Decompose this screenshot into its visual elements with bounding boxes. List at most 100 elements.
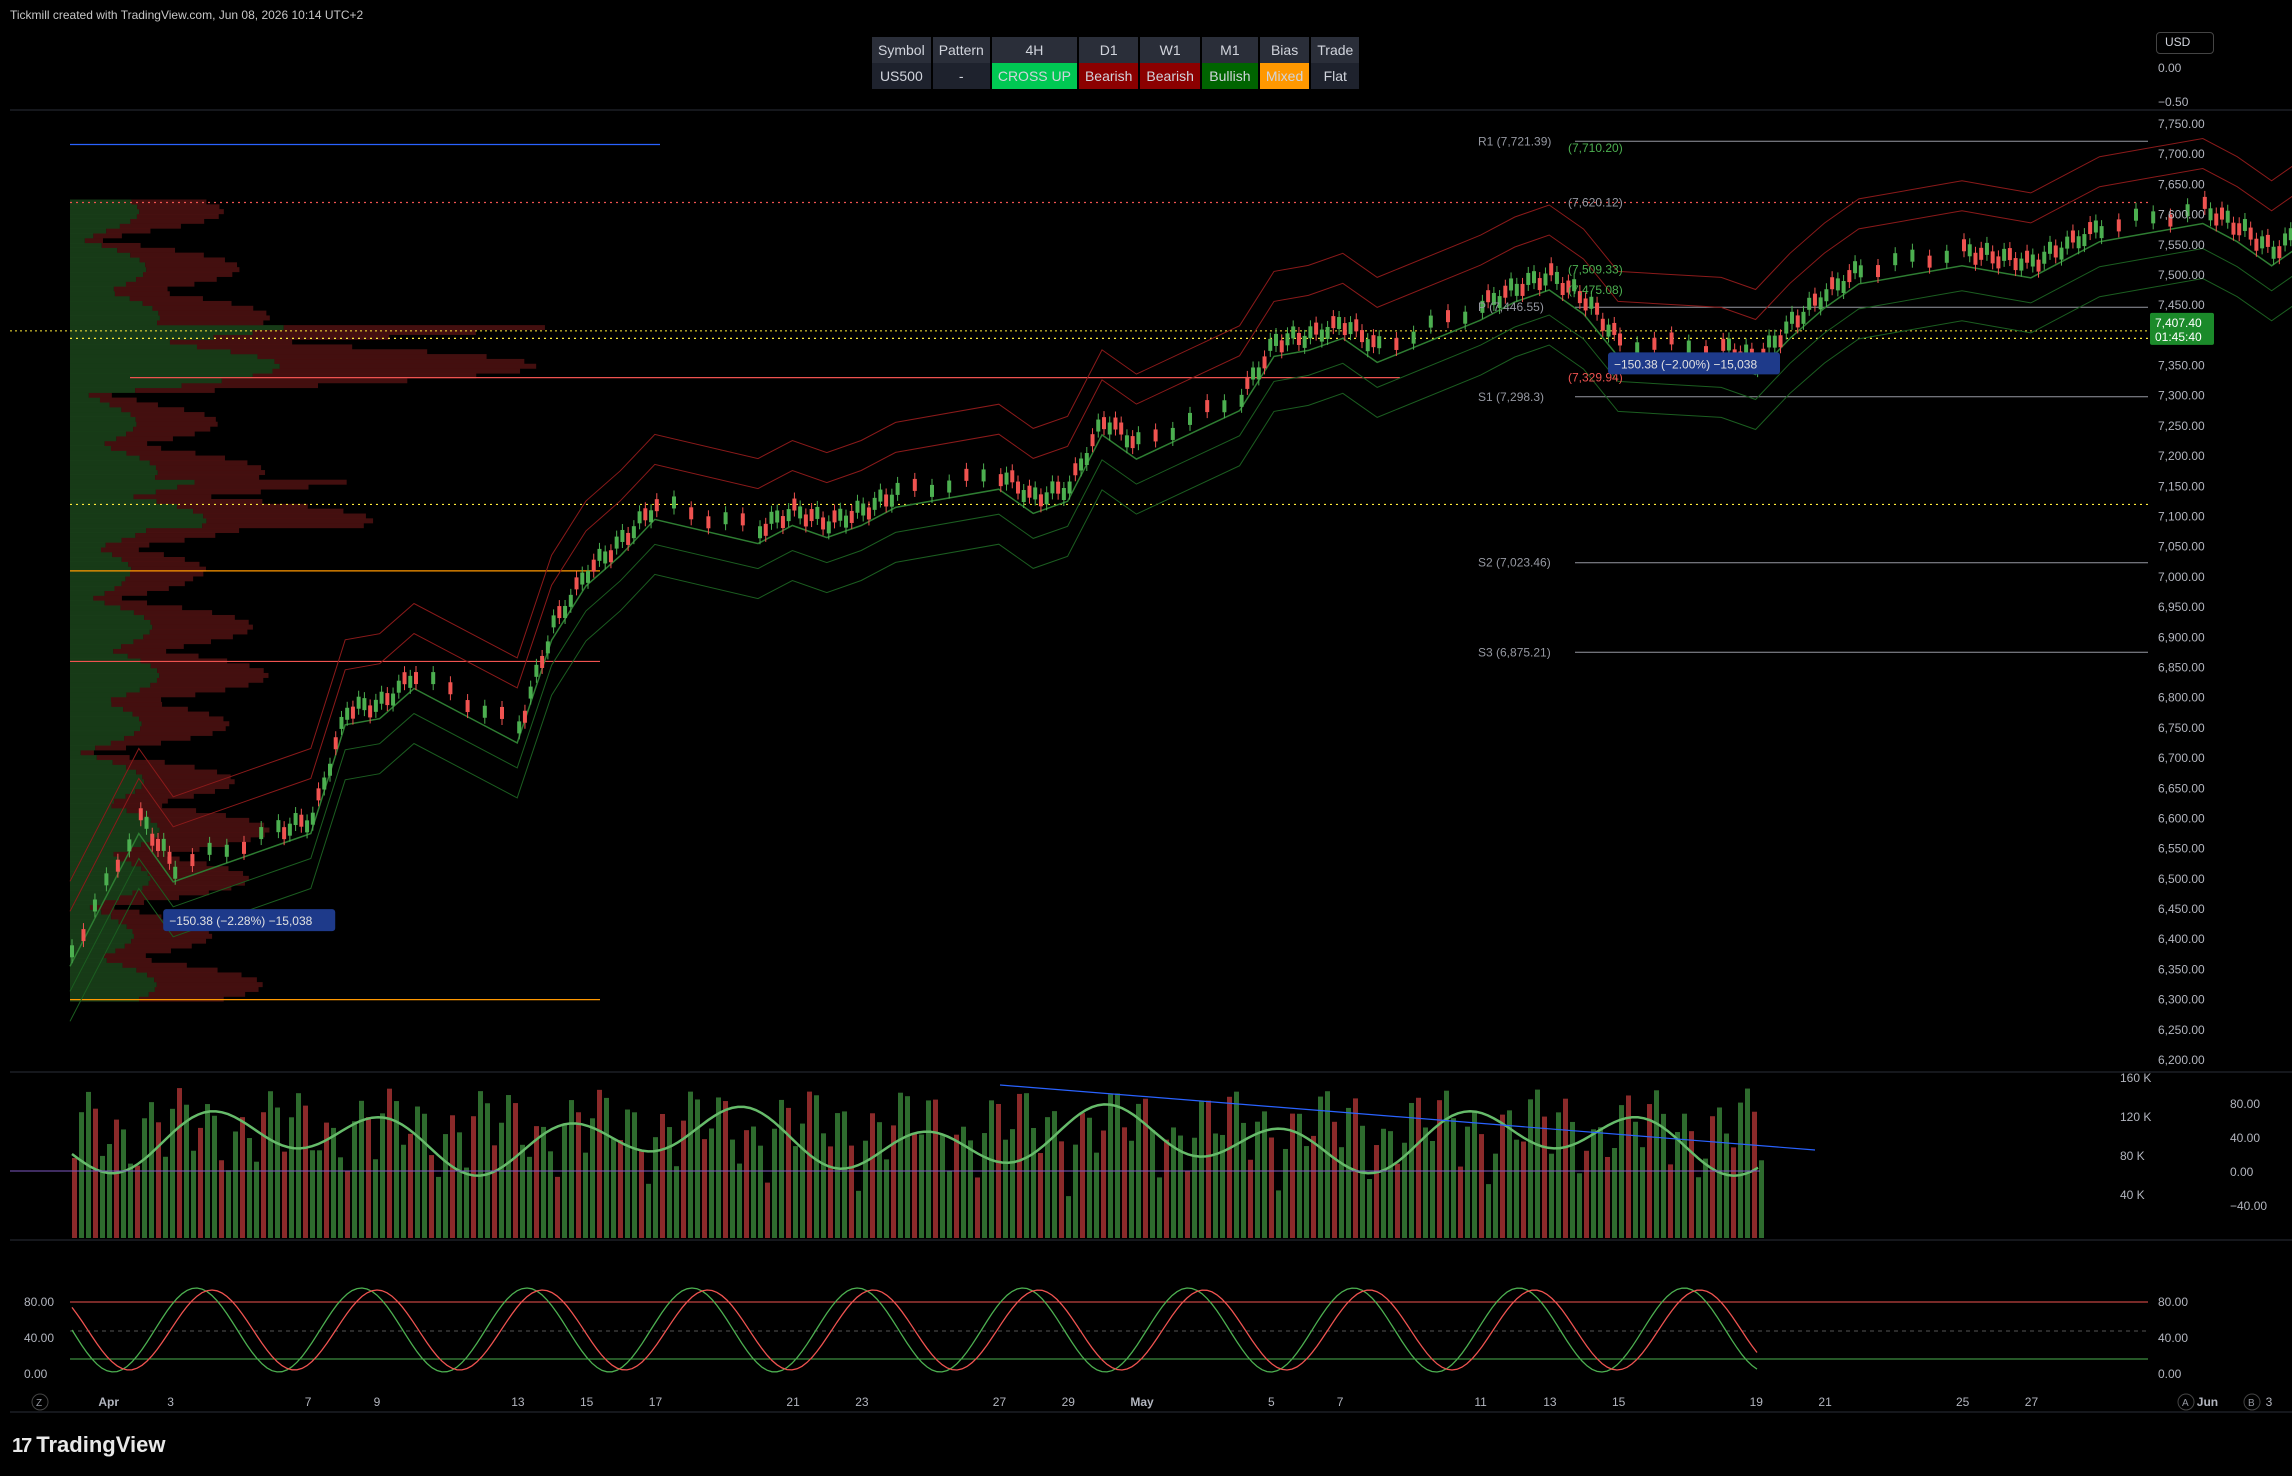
volume-bar (856, 1190, 861, 1238)
candle-body (1830, 277, 1835, 290)
candle-body (2116, 219, 2121, 232)
candle-body (1073, 463, 1078, 476)
volume-profile-bar (152, 305, 254, 311)
candle-body (551, 615, 556, 628)
tradingview-logo-icon: 17 (12, 1435, 32, 1457)
volume-profile-bar (126, 692, 196, 698)
volume-profile-bar (70, 421, 137, 427)
volume-profile-bar (70, 643, 122, 649)
volume-profile-bar (136, 769, 218, 775)
volume-profile-bar (125, 281, 195, 287)
volume-profile-bar (136, 421, 218, 427)
volume-profile-bar (116, 436, 173, 442)
volume-profile-bar (117, 247, 176, 253)
volume-bar (1738, 1102, 1743, 1238)
candle-body (1274, 333, 1278, 346)
candle-body (1102, 417, 1106, 430)
volume-profile-bar (70, 595, 94, 601)
volume-bar (576, 1112, 581, 1238)
volume-profile-bar (70, 784, 142, 790)
candle-body (2019, 258, 2024, 271)
volume-bar (555, 1176, 560, 1238)
volume-profile-bar (283, 325, 545, 331)
volume-profile-bar (155, 465, 262, 471)
y-tick-label: 6,550.00 (2158, 842, 2205, 856)
candle-body (1669, 332, 1674, 345)
volume-bar (534, 1126, 539, 1238)
candle-body (2053, 245, 2058, 258)
volume-bar (1353, 1098, 1358, 1238)
volume-bar (128, 1163, 133, 1238)
volume-bar (1171, 1127, 1176, 1238)
volume-profile-bar (181, 383, 319, 389)
candle-body (1371, 335, 1376, 348)
candle-body (2237, 223, 2242, 236)
volume-profile-bar (70, 305, 153, 311)
volume-bar (1472, 1112, 1477, 1238)
candle-body (786, 509, 791, 522)
candle-body (242, 841, 246, 854)
pivot-level-label: (7,475.08) (1568, 283, 1623, 297)
volume-profile-bar (70, 837, 152, 843)
volume-profile-bar (70, 300, 143, 306)
candle-body (608, 550, 613, 563)
volume-profile-bar (70, 426, 134, 432)
price-chart[interactable]: 0.00 −0.50 7,750.00 7,700.00 7,650.00 7,600.0… (0, 0, 2292, 1476)
axis-button-label[interactable]: Z (36, 1398, 42, 1409)
candle-body (1050, 481, 1055, 494)
volume-profile-bar (143, 634, 233, 640)
y-tick-label: 6,300.00 (2158, 993, 2205, 1007)
volume-tick-label: 160 K (2120, 1071, 2151, 1085)
volume-profile-bar (119, 895, 180, 901)
candle-body (104, 873, 109, 886)
candle-body (356, 696, 361, 709)
oscillator-tick-label: −40.00 (2230, 1199, 2267, 1213)
bollinger-band (69, 277, 2292, 1022)
volume-profile-bar (121, 537, 185, 543)
volume-profile-bar (139, 257, 225, 263)
volume-profile-bar (158, 310, 267, 316)
axis-button-label[interactable]: A (2182, 1398, 2189, 1409)
x-tick-label: 11 (1474, 1395, 1487, 1409)
candle-body (889, 494, 894, 507)
tradingview-logo-text: TradingView (36, 1432, 166, 1457)
volume-profile-bar (112, 759, 165, 765)
volume-profile-bar (202, 523, 364, 529)
pivot-level-label: (7,710.20) (1568, 141, 1623, 155)
volume-profile-bar (135, 387, 215, 393)
volume-profile-bar (70, 228, 107, 234)
volume-bar (541, 1126, 546, 1238)
volume-profile-bar (155, 474, 260, 480)
y-tick-label: 6,600.00 (2158, 811, 2205, 825)
volume-profile-bar (70, 218, 131, 224)
candle-body (815, 506, 820, 519)
candle-body (385, 693, 390, 706)
candle-body (482, 705, 487, 718)
volume-profile-bar (129, 571, 204, 577)
candle-body (81, 929, 86, 942)
candle-body (1256, 367, 1261, 380)
candle-body (809, 509, 814, 522)
volume-profile-bar (70, 624, 153, 630)
candle-body (614, 536, 619, 549)
candle-body (2002, 248, 2007, 261)
pivot-level-label: (7,509.33) (1568, 262, 1623, 276)
volume-bar (1759, 1160, 1764, 1238)
candle-body (1446, 310, 1450, 323)
candle-body (912, 478, 917, 491)
candle-body (803, 514, 808, 527)
volume-bar (758, 1145, 763, 1238)
candle-body (1079, 458, 1084, 471)
y-tick-label: 6,950.00 (2158, 600, 2205, 614)
volume-bar (940, 1134, 945, 1238)
volume-bar (1437, 1100, 1442, 1238)
candle-body (1319, 329, 1324, 342)
candle-body (2208, 208, 2213, 221)
volume-profile-bar (274, 358, 525, 364)
volume-bar (1346, 1107, 1351, 1238)
candle-body (161, 838, 166, 851)
volume-profile-bar (110, 445, 162, 451)
volume-profile-bar (70, 354, 258, 360)
axis-button-label[interactable]: B (2248, 1398, 2255, 1409)
volume-profile-bar (145, 262, 238, 268)
